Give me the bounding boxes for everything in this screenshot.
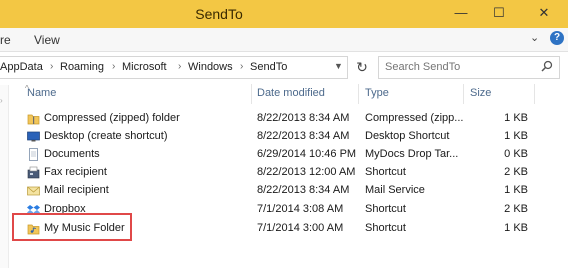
file-type: Mail Service	[365, 184, 425, 196]
column-header-row: Name Date modified Type Size	[0, 84, 568, 104]
breadcrumb-windows[interactable]: Windows	[188, 61, 233, 73]
file-name: Desktop (create shortcut)	[44, 130, 168, 142]
highlight-box	[12, 213, 132, 241]
refresh-icon[interactable]: ↻	[351, 58, 373, 76]
documents-icon	[29, 148, 38, 161]
file-date: 8/22/2013 8:34 AM	[257, 184, 350, 196]
breadcrumb-separator-icon[interactable]: ›	[240, 61, 243, 72]
file-type: Shortcut	[365, 166, 406, 178]
file-row[interactable]: Fax recipient 8/22/2013 12:00 AM Shortcu…	[0, 164, 568, 182]
file-name: Fax recipient	[44, 166, 107, 178]
window-title: SendTo	[195, 6, 243, 22]
file-size: 2 KB	[504, 203, 528, 215]
column-divider[interactable]	[251, 84, 252, 104]
column-header-date[interactable]: Date modified	[257, 87, 325, 99]
file-size: 1 KB	[504, 130, 528, 142]
file-type: Shortcut	[365, 203, 406, 215]
column-header-name[interactable]: Name	[27, 87, 56, 99]
file-date: 7/1/2014 3:00 AM	[257, 222, 344, 234]
breadcrumb-separator-icon[interactable]: ›	[112, 61, 115, 72]
file-name: Compressed (zipped) folder	[44, 112, 180, 124]
file-date: 8/22/2013 8:34 AM	[257, 112, 350, 124]
chevron-down-icon[interactable]: ⌄	[530, 31, 539, 44]
maximize-button[interactable]: ☐	[484, 3, 514, 23]
file-row[interactable]: Compressed (zipped) folder 8/22/2013 8:3…	[0, 110, 568, 128]
title-bar: SendTo — ☐ ✕	[0, 0, 568, 28]
file-type: MyDocs Drop Tar...	[365, 148, 459, 160]
column-header-type[interactable]: Type	[365, 87, 389, 99]
tab-view[interactable]: View	[34, 33, 60, 47]
breadcrumb-sendto[interactable]: SendTo	[250, 61, 287, 73]
column-divider[interactable]	[463, 84, 464, 104]
file-size: 1 KB	[504, 222, 528, 234]
file-date: 6/29/2014 10:46 PM	[257, 148, 357, 160]
file-row[interactable]: Mail recipient 8/22/2013 8:34 AM Mail Se…	[0, 182, 568, 200]
file-size: 2 KB	[504, 166, 528, 178]
zip-folder-icon	[27, 114, 40, 125]
file-row[interactable]: Documents 6/29/2014 10:46 PM MyDocs Drop…	[0, 146, 568, 164]
close-button[interactable]: ✕	[524, 3, 564, 23]
minimize-button[interactable]: —	[446, 3, 476, 23]
file-type: Compressed (zipp...	[365, 112, 464, 124]
file-name: Mail recipient	[44, 184, 109, 196]
file-date: 8/22/2013 8:34 AM	[257, 130, 350, 142]
address-dropdown-icon[interactable]: ▼	[334, 61, 343, 71]
column-divider[interactable]	[534, 84, 535, 104]
file-type: Desktop Shortcut	[365, 130, 450, 142]
file-row[interactable]: Desktop (create shortcut) 8/22/2013 8:34…	[0, 128, 568, 146]
breadcrumb-microsoft[interactable]: Microsoft	[122, 61, 167, 73]
column-header-size[interactable]: Size	[470, 87, 491, 99]
desktop-icon	[27, 131, 40, 142]
search-input[interactable]	[385, 60, 535, 74]
search-icon[interactable]	[541, 60, 553, 72]
address-bar[interactable]: AppData › Roaming › Microsoft › Windows …	[0, 56, 348, 79]
mail-icon	[27, 186, 40, 196]
search-box[interactable]	[378, 56, 560, 79]
breadcrumb-separator-icon[interactable]: ›	[50, 61, 53, 72]
file-type: Shortcut	[365, 222, 406, 234]
file-size: 0 KB	[504, 148, 528, 160]
fax-icon	[27, 166, 40, 179]
file-date: 8/22/2013 12:00 AM	[257, 166, 356, 178]
file-size: 1 KB	[504, 184, 528, 196]
file-name: Documents	[44, 148, 100, 160]
breadcrumb-roaming[interactable]: Roaming	[60, 61, 104, 73]
ribbon-tabs: re View	[0, 28, 568, 52]
column-divider[interactable]	[358, 84, 359, 104]
breadcrumb-separator-icon[interactable]: ›	[178, 61, 181, 72]
help-icon[interactable]: ?	[550, 31, 564, 45]
file-size: 1 KB	[504, 112, 528, 124]
breadcrumb-appdata[interactable]: AppData	[0, 61, 43, 73]
file-date: 7/1/2014 3:08 AM	[257, 203, 344, 215]
tab-share[interactable]: re	[0, 33, 11, 47]
